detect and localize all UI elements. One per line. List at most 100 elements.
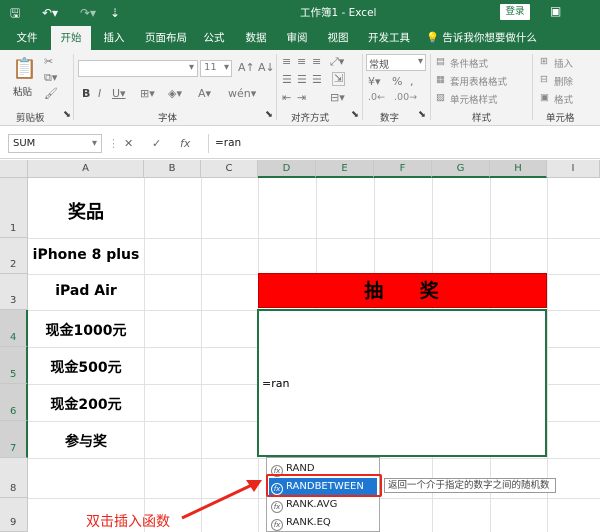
delete-cells-icon[interactable]: ⊟ (540, 74, 548, 85)
divider (430, 54, 431, 120)
insert-function-icon[interactable]: fx (180, 137, 190, 150)
phonetic-icon[interactable]: wén▾ (228, 88, 256, 100)
center-icon[interactable]: ☰ (297, 74, 307, 86)
increase-font-icon[interactable]: A↑ (238, 62, 255, 74)
chevron-down-icon: ▾ (417, 56, 423, 67)
top-align-icon[interactable]: ≡ (282, 56, 291, 68)
orientation-icon[interactable]: ⤢▾ (330, 56, 344, 68)
autocomplete-item[interactable]: fx RANK.EQ (269, 514, 377, 532)
tab-home[interactable]: 开始 (51, 26, 91, 50)
tab-review[interactable]: 审阅 (281, 26, 313, 50)
row-header-6[interactable]: 6 (0, 384, 28, 421)
cut-icon[interactable]: ✂ (44, 56, 53, 68)
decrease-font-icon[interactable]: A↓ (258, 62, 275, 74)
row-header-4[interactable]: 4 (0, 310, 28, 347)
format-cells-button[interactable]: 格式 (554, 92, 573, 106)
tab-data[interactable]: 数据 (240, 26, 272, 50)
customize-quick-access-icon[interactable]: ⇣ (110, 4, 120, 22)
cell-styles-button[interactable]: 单元格样式 (450, 92, 498, 106)
active-edit-cell[interactable]: =ran (257, 309, 547, 457)
row-header-7[interactable]: 7 (0, 421, 28, 458)
paste-icon[interactable]: 📋 (12, 58, 37, 78)
tell-me-box[interactable]: 💡 告诉我你想要做什么 (426, 26, 537, 50)
column-header-i[interactable]: I (547, 160, 600, 178)
undo-icon[interactable]: ↶▾ (42, 4, 58, 22)
autocomplete-item[interactable]: fx RANK.AVG (269, 496, 377, 514)
copy-icon[interactable]: ⧉▾ (44, 72, 57, 84)
number-format-combo[interactable]: 常规 ▾ (366, 54, 426, 71)
tab-page-layout[interactable]: 页面布局 (137, 26, 195, 50)
font-color-icon[interactable]: A▾ (198, 88, 211, 100)
italic-icon[interactable]: I (98, 88, 101, 100)
number-launcher-icon[interactable]: ⬊ (418, 109, 426, 120)
chevron-down-icon: ▾ (91, 138, 97, 149)
row-header-9[interactable]: 9 (0, 498, 28, 532)
tab-insert[interactable]: 插入 (95, 26, 133, 50)
increase-indent-icon[interactable]: ⇥ (297, 92, 306, 104)
format-cells-icon[interactable]: ▣ (540, 92, 549, 103)
borders-icon[interactable]: ⊞▾ (140, 88, 155, 100)
column-header-b[interactable]: B (144, 160, 201, 178)
align-right-icon[interactable]: ☰ (312, 74, 322, 86)
column-header-c[interactable]: C (201, 160, 258, 178)
function-icon: fx (271, 519, 283, 531)
merge-center-icon[interactable]: ⊟▾ (330, 92, 345, 104)
tab-view[interactable]: 视图 (322, 26, 354, 50)
column-header-a[interactable]: A (28, 160, 144, 178)
column-header-f[interactable]: F (374, 160, 432, 178)
row-header-1[interactable]: 1 (0, 178, 28, 238)
fill-color-icon[interactable]: ◈▾ (168, 88, 182, 100)
column-header-h[interactable]: H (490, 160, 547, 178)
comma-icon[interactable]: , (410, 76, 414, 88)
bottom-align-icon[interactable]: ≡ (312, 56, 321, 68)
decrease-indent-icon[interactable]: ⇤ (282, 92, 291, 104)
cancel-icon[interactable]: ✕ (124, 137, 133, 150)
function-name: RAND (286, 463, 315, 474)
save-icon[interactable]: 🖫 (10, 4, 20, 22)
insert-cells-icon[interactable]: ⊞ (540, 56, 548, 67)
font-size-combo[interactable]: 11 ▾ (200, 60, 232, 77)
formula-input[interactable]: =ran (208, 134, 600, 153)
select-all-corner[interactable] (0, 160, 28, 178)
font-name-combo[interactable]: ▾ (78, 60, 198, 77)
row-header-8[interactable]: 8 (0, 458, 28, 498)
tab-formulas[interactable]: 公式 (198, 26, 230, 50)
font-launcher-icon[interactable]: ⬊ (265, 109, 273, 120)
column-header-e[interactable]: E (316, 160, 374, 178)
format-painter-icon[interactable]: 🖌 (44, 88, 58, 100)
increase-decimal-icon[interactable]: .0← (368, 92, 385, 103)
conditional-formatting-button[interactable]: 条件格式 (450, 56, 488, 70)
tab-developer[interactable]: 开发工具 (362, 26, 416, 50)
column-header-g[interactable]: G (432, 160, 490, 178)
login-button[interactable]: 登录 (500, 4, 530, 20)
alignment-launcher-icon[interactable]: ⬊ (351, 109, 359, 120)
bold-icon[interactable]: B (82, 88, 90, 100)
percent-icon[interactable]: % (392, 76, 402, 88)
insert-cells-button[interactable]: 插入 (554, 56, 573, 70)
format-as-table-button[interactable]: 套用表格格式 (450, 74, 507, 88)
divider (362, 54, 363, 120)
row-header-3[interactable]: 3 (0, 274, 28, 310)
column-header-d[interactable]: D (258, 160, 316, 178)
lottery-title-cell[interactable]: 抽 奖 (258, 273, 547, 308)
currency-icon[interactable]: ¥▾ (368, 76, 381, 88)
align-left-icon[interactable]: ☰ (282, 74, 292, 86)
decrease-decimal-icon[interactable]: .00→ (394, 92, 417, 103)
redo-icon[interactable]: ↷▾ (80, 4, 96, 22)
cell-edit-text: =ran (262, 377, 290, 390)
ribbon-display-options-icon[interactable]: ▣ (550, 4, 561, 18)
row-header-5[interactable]: 5 (0, 347, 28, 384)
middle-align-icon[interactable]: ≡ (297, 56, 306, 68)
row-header-2[interactable]: 2 (0, 238, 28, 274)
worksheet-grid[interactable]: A B C D E F G H I 1 2 3 4 5 6 7 8 9 奖品 i… (0, 160, 600, 532)
clipboard-launcher-icon[interactable]: ⬊ (63, 109, 71, 120)
format-as-table-icon[interactable]: ▦ (436, 74, 445, 85)
delete-cells-button[interactable]: 删除 (554, 74, 573, 88)
tab-file[interactable]: 文件 (8, 26, 46, 50)
wrap-text-icon[interactable]: ⇲ (332, 72, 346, 86)
underline-icon[interactable]: U▾ (112, 88, 126, 100)
conditional-formatting-icon[interactable]: ▤ (436, 56, 445, 67)
cell-styles-icon[interactable]: ▧ (436, 92, 445, 103)
enter-icon[interactable]: ✓ (152, 137, 161, 150)
name-box[interactable]: SUM ▾ (8, 134, 102, 153)
